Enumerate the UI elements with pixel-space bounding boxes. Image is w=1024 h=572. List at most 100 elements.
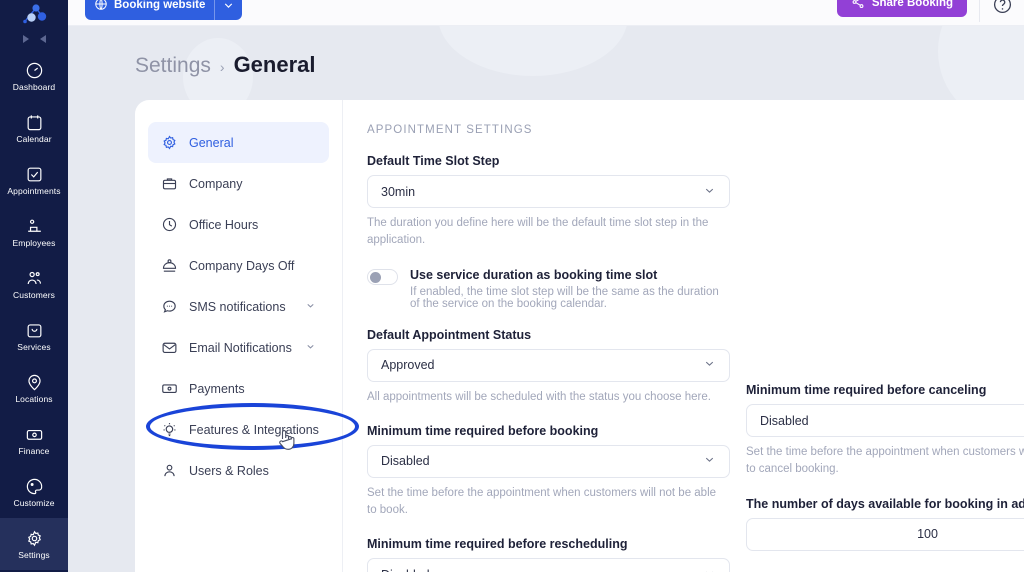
settings-nav-label: SMS notifications [189, 299, 286, 314]
time-slot-step-select[interactable]: 30min [367, 175, 730, 208]
sidebar-item-appointments[interactable]: Appointments [0, 154, 68, 206]
chevron-down-icon[interactable] [305, 300, 316, 314]
question-circle-icon [993, 0, 1011, 13]
min-before-canceling-select[interactable]: Disabled [746, 404, 1024, 437]
settings-nav-item-users-roles[interactable]: Users & Roles [148, 450, 329, 491]
sidebar-item-dashboard[interactable]: Dashboard [0, 50, 68, 102]
globe-icon [94, 0, 108, 14]
sidebar-item-calendar[interactable]: Calendar [0, 102, 68, 154]
settings-nav-item-sms-notifications[interactable]: SMS notifications [148, 286, 329, 327]
settings-nav-item-email-notifications[interactable]: Email Notifications [148, 327, 329, 368]
sidebar-item-locations[interactable]: Locations [0, 362, 68, 414]
min-before-canceling-hint: Set the time before the appointment when… [746, 446, 1024, 476]
min-before-rescheduling-value: Disabled [381, 568, 703, 572]
sidebar-item-customize[interactable]: Customize [0, 466, 68, 518]
appointment-status-hint: All appointments will be scheduled with … [367, 390, 711, 403]
banknote-icon [162, 384, 177, 393]
umbrella-icon [162, 259, 177, 272]
min-before-rescheduling-select[interactable]: Disabled [367, 558, 730, 572]
settings-nav: General Company Office Hours Company Day… [135, 100, 343, 572]
settings-column-right: Minimum time required before canceling D… [746, 136, 1024, 572]
appointment-status-label: Default Appointment Status [367, 327, 532, 342]
sidebar-collapse-toggle[interactable] [0, 28, 68, 50]
settings-column-left: Default Time Slot Step 30min The duratio… [367, 136, 730, 572]
sidebar-item-finance[interactable]: Finance [0, 414, 68, 466]
service-duration-toggle-row: Use service duration as booking time slo… [367, 268, 730, 310]
chevron-down-icon [703, 453, 716, 469]
sidebar-item-employees[interactable]: Employees [0, 206, 68, 258]
min-before-canceling-value: Disabled [760, 413, 809, 428]
min-before-booking-select[interactable]: Disabled [367, 444, 730, 478]
time-slot-step-hint: The duration you define here will be the… [367, 217, 709, 247]
breadcrumb-parent[interactable]: Settings [135, 54, 211, 78]
service-duration-toggle[interactable] [367, 268, 398, 285]
app-root: Dashboard Calendar Appointments Employee… [0, 0, 1024, 572]
settings-nav-label: Payments [189, 381, 245, 396]
clock-icon [162, 217, 177, 232]
appointment-settings-panel: APPOINTMENT SETTINGS Default Time Slot S… [343, 100, 1024, 572]
min-before-booking-label: Minimum time required before booking [367, 423, 599, 438]
envelope-icon [162, 342, 177, 354]
share-booking-label: Share Booking [871, 0, 953, 9]
settings-nav-item-features-integrations[interactable]: Features & Integrations [148, 409, 329, 450]
booking-website-button[interactable]: Booking website [85, 0, 243, 20]
settings-nav-item-company[interactable]: Company [148, 163, 329, 204]
breadcrumb: Settings › General [135, 52, 316, 78]
sidebar-item-services[interactable]: Services [0, 310, 68, 362]
settings-nav-item-payments[interactable]: Payments [148, 368, 329, 409]
sidebar-item-settings[interactable]: Settings [0, 518, 68, 570]
min-before-rescheduling-label: Minimum time required before reschedulin… [367, 537, 628, 552]
settings-card: General Company Office Hours Company Day… [135, 100, 1024, 572]
settings-nav-item-office-hours[interactable]: Office Hours [148, 204, 329, 245]
main-sidebar: Dashboard Calendar Appointments Employee… [0, 0, 68, 572]
days-in-advance-label: The number of days available for booking… [746, 496, 1024, 511]
time-slot-step-label: Default Time Slot Step [367, 154, 500, 168]
sidebar-item-label: Dashboard [12, 81, 56, 92]
service-duration-hint: If enabled, the time slot step will be t… [410, 285, 719, 310]
topbar-divider [979, 0, 980, 22]
chevron-down-icon [225, 2, 233, 8]
settings-nav-item-general[interactable]: General [148, 122, 329, 163]
sidebar-item-label: Customize [13, 497, 55, 508]
settings-nav-label: Features & Integrations [189, 422, 319, 437]
sidebar-item-label: Appointments [7, 185, 61, 196]
sidebar-item-label: Employees [12, 237, 56, 248]
triangle-left-icon [39, 35, 46, 43]
min-before-booking-hint: Set the time before the appointment when… [367, 486, 717, 516]
settings-nav-label: General [189, 135, 234, 150]
days-in-advance-value: 100 [917, 527, 938, 541]
settings-nav-label: Company Days Off [189, 258, 295, 273]
chevron-down-icon[interactable] [305, 341, 316, 355]
appointment-status-select[interactable]: Approved [367, 348, 730, 382]
settings-nav-label: Office Hours [189, 217, 259, 232]
sidebar-item-customers[interactable]: Customers [0, 258, 68, 310]
settings-nav-label: Email Notifications [189, 340, 292, 355]
chat-bubble-icon [163, 300, 176, 313]
share-booking-button[interactable]: Share Booking [836, 0, 967, 17]
page-title: General [233, 52, 316, 77]
sidebar-item-label: Calendar [16, 133, 52, 144]
top-bar: Booking website Share Booking [68, 0, 1024, 26]
lightbulb-icon [163, 423, 176, 437]
sidebar-item-label: Finance [18, 445, 50, 456]
sidebar-item-label: Locations [15, 393, 53, 404]
settings-nav-label: Company [189, 176, 243, 191]
help-button[interactable] [988, 0, 1016, 18]
chevron-down-icon [703, 357, 716, 373]
briefcase-icon [162, 178, 177, 190]
app-logo[interactable] [0, 0, 68, 28]
booking-website-dropdown[interactable] [214, 0, 242, 20]
person-icon [164, 464, 175, 477]
booking-website-label: Booking website [114, 0, 206, 11]
time-slot-step-value: 30min [381, 184, 416, 199]
sidebar-item-label: Services [17, 341, 51, 352]
sidebar-item-label: Settings [18, 549, 50, 560]
min-before-booking-value: Disabled [381, 454, 430, 469]
days-in-advance-input[interactable]: 100 [746, 517, 1024, 551]
sidebar-item-label: Customers [13, 289, 55, 300]
settings-nav-item-company-days-off[interactable]: Company Days Off [148, 245, 329, 286]
triangle-right-icon [22, 35, 29, 43]
appointment-status-value: Approved [381, 358, 435, 372]
gear-icon [163, 135, 176, 150]
chevron-down-icon [703, 184, 716, 200]
